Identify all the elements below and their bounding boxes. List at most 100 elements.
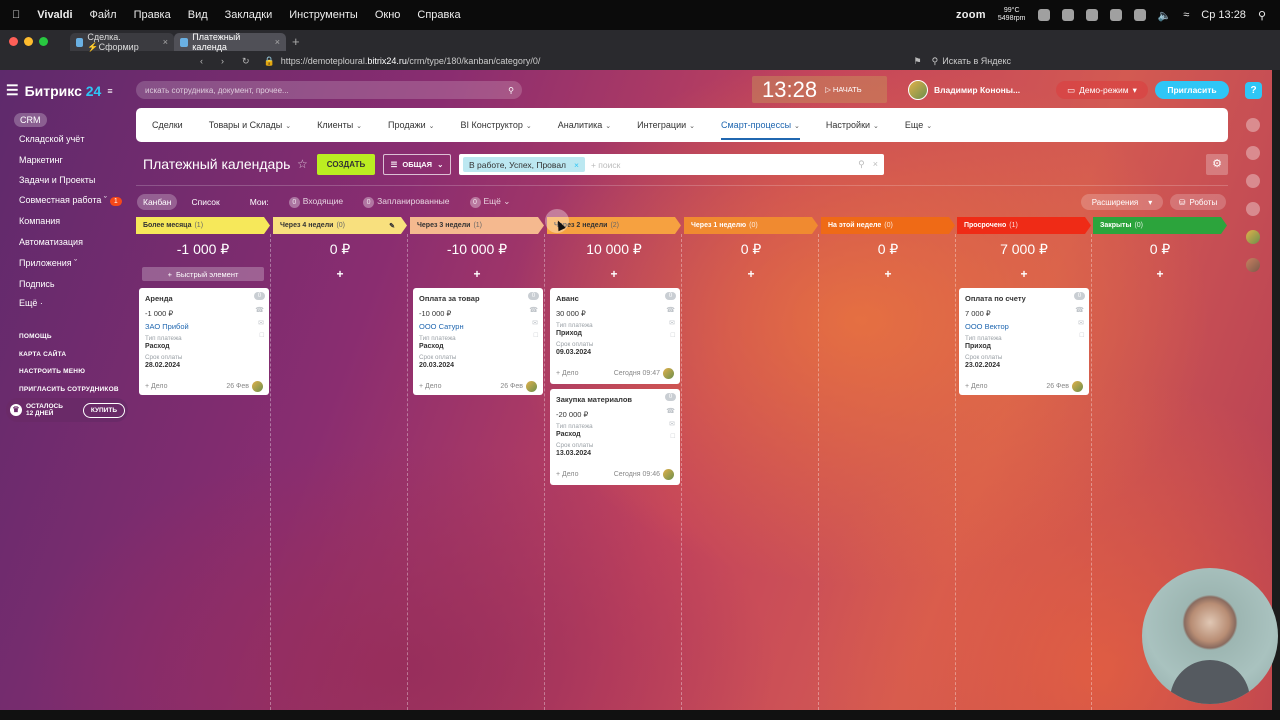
notification-icon[interactable] [1246,118,1260,132]
phone-icon[interactable]: ☎ [666,306,675,314]
wifi-icon[interactable]: ≈ [1183,9,1189,21]
close-window-icon[interactable] [9,36,18,46]
star-icon[interactable]: ☆ [297,157,308,171]
browser-tab-active[interactable]: Платежный календа × [174,32,286,52]
sidebar-item-automation[interactable]: Автоматизация [19,237,83,247]
add-item-button[interactable]: + [684,267,818,281]
sidebar-item-sign[interactable]: Подпись [19,279,55,289]
edit-icon[interactable]: ✎ [389,222,395,230]
status-icon[interactable] [1085,9,1098,21]
help-button[interactable]: ? [1245,82,1262,99]
status-icon[interactable] [1061,9,1074,21]
close-icon[interactable]: × [574,160,579,170]
card-title[interactable]: Оплата за товар [419,294,537,303]
spotlight-icon[interactable]: ⚲ [1258,9,1266,22]
global-search-input[interactable]: искать сотрудника, документ, прочее... ⚲ [136,81,522,99]
chat-icon[interactable]: □ [1080,332,1084,339]
card-title[interactable]: Аренда [145,294,263,303]
deal-card[interactable]: 0 ☎ ✉ □ Закупка материалов -20 000 ₽ Тип… [550,389,680,485]
invite-button[interactable]: Пригласить [1155,81,1229,99]
menu-item-integrations[interactable]: Интеграции ⌄ [637,120,695,130]
sidebar-item-apps[interactable]: Приложения ˇ [19,258,77,268]
mail-icon[interactable]: ✉ [1078,319,1084,327]
column-header[interactable]: Через 4 недели (0) ✎ [273,217,407,234]
add-task-link[interactable]: + Дело [556,370,579,377]
back-icon[interactable]: ‹ [200,56,203,67]
category-select[interactable]: ☰ ОБЩАЯ ⌄ [383,154,451,175]
filter-tag[interactable]: В работе, Успех, Провал × [463,157,585,172]
deal-card[interactable]: 0 ☎ ✉ □ Оплата за товар -10 000 ₽ ООО Са… [413,288,543,395]
menu-item-goods[interactable]: Товары и Склады ⌄ [209,120,291,130]
mail-icon[interactable]: ✉ [532,319,538,327]
menu-item-more[interactable]: Еще ⌄ [905,120,932,130]
add-item-button[interactable]: + [410,267,544,281]
new-tab-icon[interactable]: + [292,34,300,49]
hamburger-icon[interactable]: ☰ [6,82,19,99]
browser-tab[interactable]: Сделка. ⚡Сформир × [70,32,174,52]
search-icon[interactable]: ⚲ [508,86,514,95]
mail-icon[interactable]: ✉ [258,319,264,327]
bookmark-icon[interactable]: ⚑ [914,56,922,67]
add-item-button[interactable]: + [273,267,407,281]
add-item-button[interactable]: + [1093,267,1227,281]
status-icon[interactable] [1037,9,1050,21]
extensions-button[interactable]: Расширения ▾ [1081,194,1163,210]
gear-icon[interactable]: ⚙ [1206,154,1228,175]
sidebar-link-sitemap[interactable]: КАРТА САЙТА [19,351,66,358]
menu-bookmarks[interactable]: Закладки [225,9,273,21]
mail-icon[interactable]: ✉ [669,319,675,327]
temp-status[interactable]: 99°C 5498rpm [998,7,1026,23]
chat-icon[interactable]: □ [260,332,264,339]
avatar[interactable] [1246,230,1260,244]
column-header[interactable]: На этой неделе (0) [821,217,955,234]
menu-edit[interactable]: Правка [134,9,171,21]
search-icon[interactable] [1246,202,1260,216]
phone-icon[interactable]: ☎ [1075,306,1084,314]
menu-view[interactable]: Вид [188,9,208,21]
chat-icon[interactable] [1246,174,1260,188]
search-icon[interactable]: ⚲ [858,159,865,170]
column-header[interactable]: Более месяца (1) [136,217,270,234]
status-icon[interactable] [1109,9,1122,21]
volume-icon[interactable]: 🔈 [1158,9,1172,22]
sidebar-link-menu-settings[interactable]: НАСТРОИТЬ МЕНЮ [19,368,85,375]
tab-list[interactable]: Список [185,194,225,210]
sidebar-item-more[interactable]: Ещё · [19,298,43,308]
menu-item-bi[interactable]: BI Конструктор ⌄ [461,120,532,130]
counter-planned[interactable]: 0 Запланированные [357,193,455,211]
column-header[interactable]: Через 3 недели (1) [410,217,544,234]
menu-item-analytics[interactable]: Аналитика ⌄ [558,120,611,130]
counter-incoming[interactable]: 0 Входящие [283,193,349,211]
buy-button[interactable]: КУПИТЬ [82,402,125,418]
menu-item-deals[interactable]: Сделки [152,120,183,130]
menu-item-clients[interactable]: Клиенты ⌄ [317,120,362,130]
sidebar-item-tasks[interactable]: Задачи и Проекты [19,175,95,185]
card-title[interactable]: Закупка материалов [556,395,674,404]
sidebar-item-marketing[interactable]: Маркетинг [19,155,63,165]
close-icon[interactable]: × [275,37,280,47]
add-item-button[interactable]: + [957,267,1091,281]
card-company[interactable]: ЗАО Прибой [145,322,263,331]
column-header[interactable]: Через 1 неделю (0) [684,217,818,234]
user-menu[interactable]: Владимир Кононы... [908,80,1020,100]
bell-icon[interactable] [1246,146,1260,160]
card-title[interactable]: Оплата по счету [965,294,1083,303]
phone-icon[interactable]: ☎ [666,407,675,415]
url-field[interactable]: 🔒 https://demoteploural.bitrix24.ru/crm/… [264,53,914,69]
sidebar-item-company[interactable]: Компания [19,216,60,226]
menu-item-settings[interactable]: Настройки ⌄ [826,120,879,130]
phone-icon[interactable]: ☎ [529,306,538,314]
apple-icon[interactable]:  [12,9,20,21]
menu-item-smart-processes[interactable]: Смарт-процессы ⌄ [721,110,800,140]
clock[interactable]: Ср 13:28 [1201,9,1246,21]
phone-icon[interactable]: ☎ [255,306,264,314]
reload-icon[interactable]: ↻ [242,56,250,67]
counter-more[interactable]: 0 Ещё ⌄ [464,193,517,211]
mail-icon[interactable]: ✉ [669,420,675,428]
quick-add-button[interactable]: + Быстрый элемент [142,267,264,281]
add-task-link[interactable]: + Дело [965,383,988,390]
menu-item-sales[interactable]: Продажи ⌄ [388,120,434,130]
menu-file[interactable]: Файл [90,9,117,21]
demo-mode-button[interactable]: ▭ Демо-режим ▾ [1056,81,1148,99]
start-workday-button[interactable]: ▷ НАЧАТЬ [825,85,862,94]
